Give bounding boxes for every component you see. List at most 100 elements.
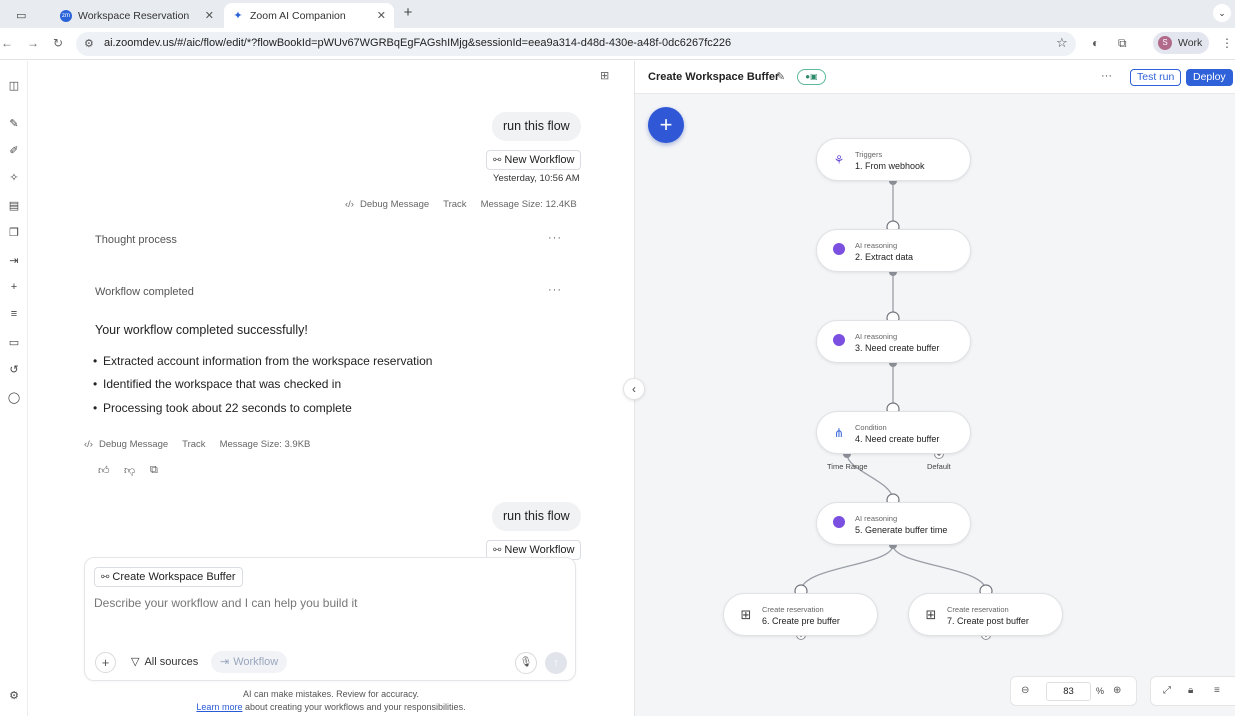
result-bullet: Processing took about 22 seconds to comp…: [93, 401, 352, 415]
workflow-completed-toggle[interactable]: Workflow completed: [95, 286, 194, 298]
profile-button[interactable]: S Work: [1153, 32, 1209, 54]
workflow-icon[interactable]: ⇥: [0, 254, 28, 267]
reload-icon[interactable]: ↻: [51, 36, 65, 50]
minimap-list-icon[interactable]: ≡: [1214, 685, 1220, 696]
history-icon[interactable]: ↺: [0, 363, 28, 376]
zoom-in-icon[interactable]: ⊕: [1113, 685, 1121, 696]
attach-plus-button[interactable]: +: [95, 652, 116, 673]
url-text[interactable]: ai.zoomdev.us/#/aic/flow/edit/*?flowBook…: [104, 37, 731, 49]
tab-groups-button[interactable]: ▭: [8, 3, 48, 28]
thumbs-up-icon[interactable]: 👍︎: [98, 464, 110, 477]
left-rail: ◫ ✎ ✐ ✧ ▤ ❐ ⇥ + ≡ ▭ ↺ ◯ ⚙: [0, 61, 28, 716]
workflow-context-tag[interactable]: ⚯ Create Workspace Buffer: [94, 567, 243, 587]
node-label: 2. Extract data: [855, 252, 914, 262]
composer-input[interactable]: Describe your workflow and I can help yo…: [94, 596, 357, 610]
node-label: 6. Create pre buffer: [762, 616, 840, 626]
chip-label: New Workflow: [504, 544, 575, 556]
lock-icon[interactable]: 🔒︎: [1188, 685, 1193, 696]
save-status-icon[interactable]: ●▣: [797, 69, 826, 85]
magic-wand-icon[interactable]: ✧: [0, 171, 28, 184]
add-node-button[interactable]: +: [648, 107, 684, 143]
copy-icon[interactable]: ⧉: [150, 464, 158, 477]
back-arrow-icon[interactable]: ←: [0, 36, 14, 50]
new-workflow-chip[interactable]: ⚯ New Workflow: [486, 150, 582, 170]
zoom-out-icon[interactable]: ⊖: [1021, 685, 1029, 696]
debug-message-link[interactable]: Debug Message: [360, 199, 429, 210]
flow-node-create-pre-buffer[interactable]: ⊞ Create reservation 6. Create pre buffe…: [723, 593, 878, 636]
track-link[interactable]: Track: [182, 439, 205, 450]
list-icon[interactable]: ≡: [0, 308, 28, 320]
send-button[interactable]: ↑: [545, 652, 567, 674]
flow-node-extract-data[interactable]: AI reasoning 2. Extract data: [816, 229, 971, 272]
track-link[interactable]: Track: [443, 199, 466, 210]
result-heading: Your workflow completed successfully!: [95, 323, 308, 337]
code-icon: ‹/›: [345, 199, 354, 210]
workflow-more-icon[interactable]: ···: [548, 284, 562, 296]
zoom-input[interactable]: 83: [1046, 682, 1091, 701]
bookmark-star-icon[interactable]: ☆: [1056, 35, 1068, 51]
disclaimer-rest: about creating your workflows and your r…: [242, 702, 466, 712]
edit-pencil-icon[interactable]: ✎: [776, 70, 785, 83]
flow-more-icon[interactable]: ···: [1101, 70, 1112, 82]
learn-more-link[interactable]: Learn more: [196, 702, 242, 712]
flow-header: Create Workspace Buffer ✎ ●▣ ··· Test ru…: [635, 61, 1235, 94]
user-message-bubble: run this flow: [492, 502, 581, 531]
calendar-icon[interactable]: ▤: [0, 199, 28, 212]
browser-tab-zoom-ai-companion[interactable]: ✦ Zoom AI Companion ✕: [224, 3, 394, 28]
brush-icon[interactable]: ✐: [0, 144, 28, 157]
forward-arrow-icon[interactable]: →: [26, 36, 40, 50]
workflow-mode-toggle[interactable]: ⇥ Workflow: [211, 651, 288, 673]
new-tab-button[interactable]: +: [400, 4, 416, 21]
node-label: 4. Need create buffer: [855, 434, 940, 444]
deploy-button[interactable]: Deploy: [1186, 69, 1233, 86]
new-chat-icon[interactable]: ✎: [0, 117, 28, 130]
debug-message-link[interactable]: Debug Message: [99, 439, 168, 450]
flow-node-condition[interactable]: ⋔ Condition 4. Need create buffer: [816, 411, 971, 454]
documents-icon[interactable]: ❐: [0, 226, 28, 239]
add-icon[interactable]: +: [0, 281, 28, 293]
close-tab-icon[interactable]: ✕: [377, 9, 386, 22]
window-icon[interactable]: ▭: [0, 336, 28, 349]
flow-node-create-post-buffer[interactable]: ⊞ Create reservation 7. Create post buff…: [908, 593, 1063, 636]
all-sources-filter[interactable]: ▽ All sources: [131, 655, 198, 668]
sidebar-toggle-icon[interactable]: ◫: [0, 79, 28, 92]
tab-search-chevron-icon[interactable]: ⌄: [1213, 4, 1231, 22]
node-category: Create reservation: [762, 605, 824, 614]
ai-reasoning-icon: [831, 334, 847, 350]
browser-tab-strip: ▭ zm Workspace Reservation ✕ ✦ Zoom AI C…: [0, 0, 1235, 28]
settings-gear-icon[interactable]: ⚙: [0, 689, 28, 702]
flow-title: Create Workspace Buffer: [648, 71, 780, 83]
tab-overview-icon: ▭: [16, 10, 27, 22]
layout-grid-icon[interactable]: ⊞: [600, 69, 609, 82]
flow-node-generate-buffer-time[interactable]: AI reasoning 5. Generate buffer time: [816, 502, 971, 545]
bulb-icon[interactable]: ◯: [0, 391, 28, 404]
webhook-icon: ⚘: [833, 153, 845, 167]
close-tab-icon[interactable]: ✕: [205, 9, 214, 22]
test-run-button[interactable]: Test run: [1130, 69, 1182, 86]
collapse-panel-button[interactable]: ‹: [623, 378, 645, 400]
tab-title: Workspace Reservation: [78, 9, 190, 22]
sources-label: All sources: [144, 656, 199, 668]
node-label: 7. Create post buffer: [947, 616, 1029, 626]
extensions-puzzle-icon[interactable]: ⧉: [1118, 36, 1127, 51]
flow-node-need-create-buffer[interactable]: AI reasoning 3. Need create buffer: [816, 320, 971, 363]
thought-process-toggle[interactable]: Thought process: [95, 234, 177, 246]
flow-node-trigger[interactable]: ⚘ Triggers 1. From webhook: [816, 138, 971, 181]
omnibox[interactable]: ⚙ ai.zoomdev.us/#/aic/flow/edit/*?flowBo…: [76, 32, 1076, 56]
extension-shield-icon[interactable]: ◐: [1092, 36, 1099, 50]
browser-tab-workspace-reservation[interactable]: zm Workspace Reservation ✕: [52, 3, 222, 28]
site-info-icon[interactable]: ⚙: [84, 37, 94, 50]
chat-panel: ⊞ run this flow ⚯ New Workflow Yesterday,…: [28, 61, 634, 716]
thumbs-down-icon[interactable]: 👎︎: [124, 464, 135, 477]
microphone-button[interactable]: 🎙︎: [515, 652, 537, 674]
tag-label: Create Workspace Buffer: [112, 571, 236, 583]
code-icon: ‹/›: [84, 439, 93, 450]
ai-reasoning-icon: [831, 516, 847, 532]
fit-view-icon[interactable]: ⤢: [1163, 685, 1171, 696]
browser-menu-icon[interactable]: ⋮: [1221, 36, 1233, 50]
workflow-node-icon: ⚯: [493, 545, 502, 556]
thought-more-icon[interactable]: ···: [548, 232, 562, 244]
ai-reasoning-icon: [831, 243, 847, 259]
result-bullet: Extracted account information from the w…: [93, 354, 432, 368]
node-category: AI reasoning: [855, 514, 898, 523]
